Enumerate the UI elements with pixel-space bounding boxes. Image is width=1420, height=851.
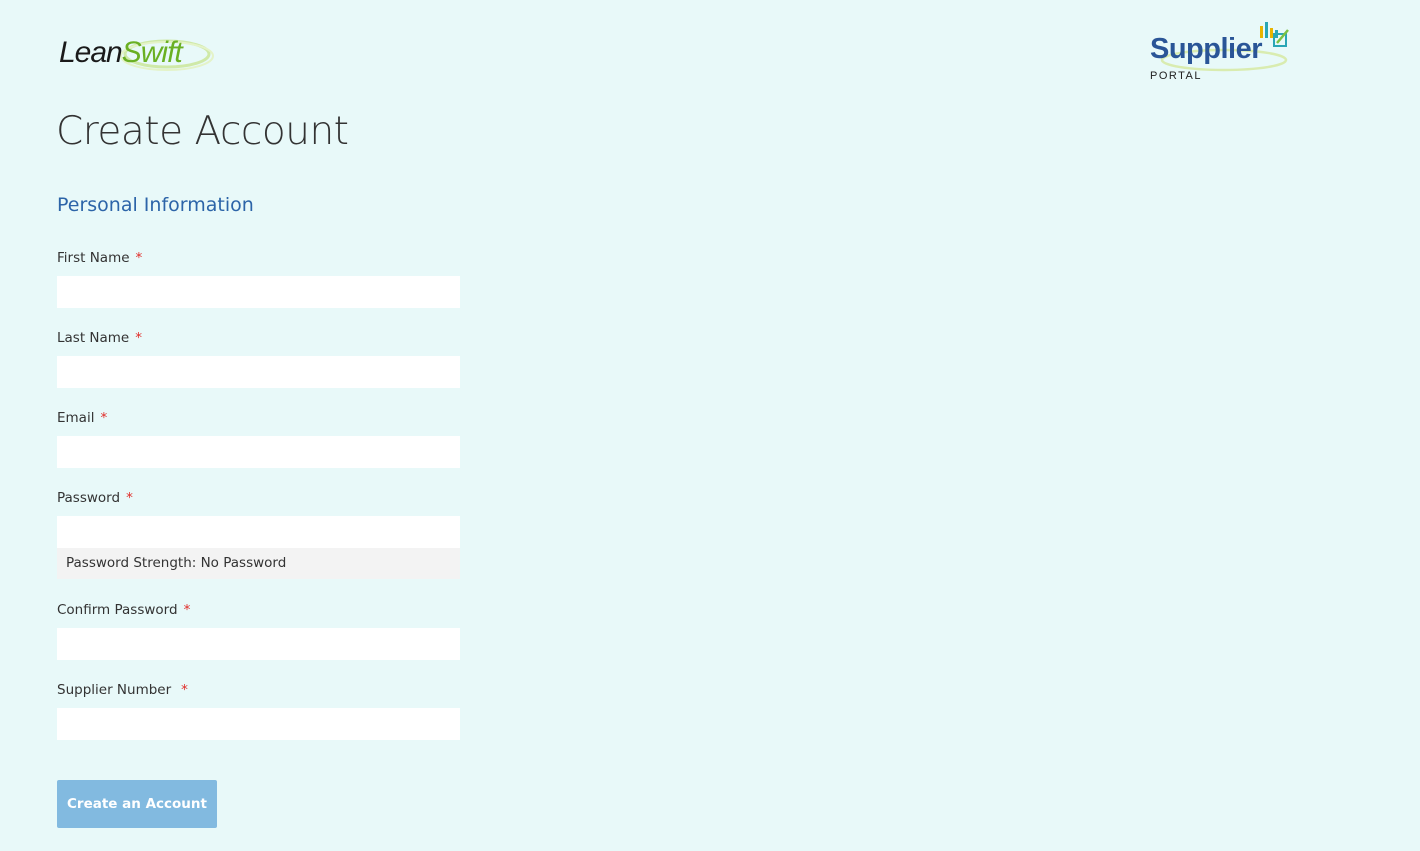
email-label-text: Email	[57, 410, 95, 426]
last-name-label-text: Last Name	[57, 330, 130, 346]
first-name-label-text: First Name	[57, 250, 130, 266]
required-marker: *	[135, 330, 142, 346]
password-input[interactable]	[57, 516, 460, 548]
first-name-input[interactable]	[57, 276, 460, 308]
password-strength-meter: Password Strength: No Password	[57, 548, 460, 579]
leanswift-logo[interactable]: LeanSwift	[57, 36, 217, 76]
brand-swift-text: Swift	[121, 36, 183, 69]
first-name-label: First Name *	[57, 249, 142, 267]
portal-subtitle: PORTAL	[1150, 70, 1202, 82]
required-marker: *	[181, 682, 188, 698]
supplier-portal-logo: Supplier PORTAL	[1148, 20, 1298, 86]
last-name-label: Last Name *	[57, 329, 142, 347]
confirm-password-label-text: Confirm Password	[57, 602, 178, 618]
supplier-number-label: Supplier Number *	[57, 681, 188, 699]
section-title: Personal Information	[57, 194, 254, 216]
required-marker: *	[183, 602, 191, 618]
required-marker: *	[126, 490, 133, 506]
brand-lean-text: Lean	[59, 36, 123, 69]
supplier-number-label-text: Supplier Number	[57, 682, 172, 698]
portal-title: Supplier	[1150, 33, 1263, 65]
required-marker: *	[100, 410, 108, 426]
page-title: Create Account	[56, 109, 349, 154]
password-label-text: Password	[57, 490, 121, 506]
email-label: Email *	[57, 409, 107, 427]
confirm-password-label: Confirm Password *	[57, 601, 190, 619]
last-name-input[interactable]	[57, 356, 460, 388]
create-account-button[interactable]: Create an Account	[57, 780, 217, 828]
password-label: Password *	[57, 489, 133, 507]
email-input[interactable]	[57, 436, 460, 468]
confirm-password-input[interactable]	[57, 628, 460, 660]
supplier-number-input[interactable]	[57, 708, 460, 740]
required-marker: *	[135, 250, 143, 266]
